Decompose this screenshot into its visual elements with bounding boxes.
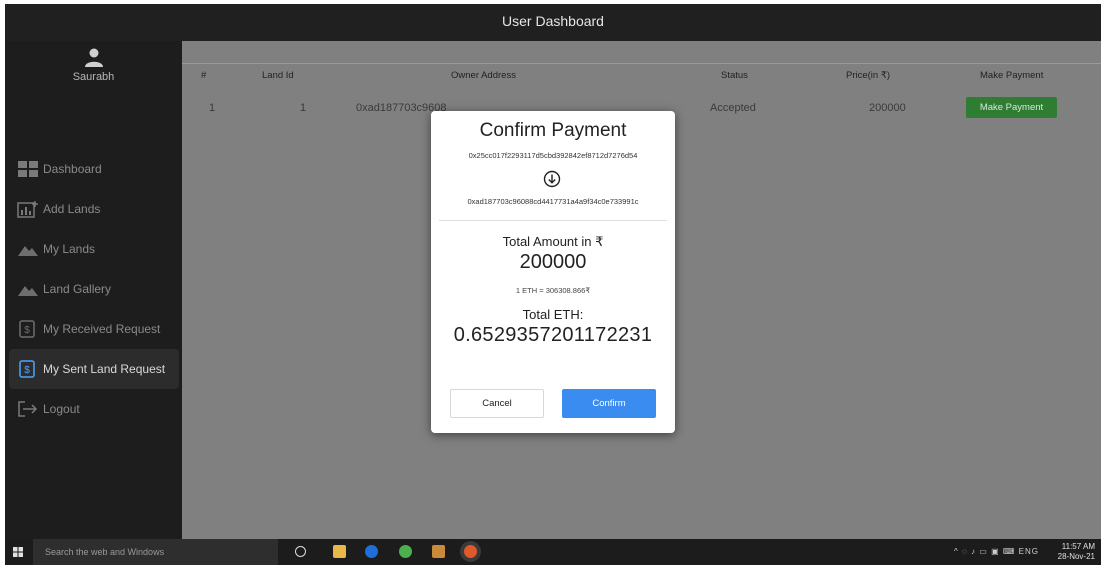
- eth-label: Total ETH:: [522, 307, 584, 322]
- sidebar-item-add-lands[interactable]: Add Lands: [5, 189, 182, 229]
- sidebar-item-land-gallery[interactable]: Land Gallery: [5, 269, 182, 309]
- clock-date: 28-Nov-21: [1057, 552, 1095, 561]
- language-indicator[interactable]: ENG: [1019, 547, 1039, 556]
- landscape-icon: [18, 286, 38, 296]
- confirm-payment-dialog: Confirm Payment 0x25cc017f2293117d5cbd39…: [431, 111, 675, 433]
- sidebar-item-dashboard[interactable]: Dashboard: [5, 149, 182, 189]
- keyboard-icon[interactable]: ⌨: [1003, 547, 1016, 556]
- cancel-button[interactable]: Cancel: [450, 389, 544, 418]
- make-payment-button[interactable]: Make Payment: [966, 97, 1057, 118]
- dialog-title: Confirm Payment: [479, 120, 627, 141]
- svg-text:$: $: [24, 365, 30, 376]
- file-explorer-icon[interactable]: [333, 545, 346, 558]
- user-name: Saurabh: [72, 71, 115, 83]
- col-header-status: Status: [721, 70, 748, 81]
- eth-value: 0.6529357201172231: [453, 324, 653, 346]
- cell-status: Accepted: [710, 102, 756, 114]
- sidebar-item-label: Land Gallery: [43, 282, 112, 296]
- from-address: 0x25cc017f2293117d5cbd392842ef8712d7276d…: [468, 151, 638, 160]
- person-icon: [84, 48, 103, 67]
- sidebar-item-logout[interactable]: Logout: [5, 389, 182, 429]
- amount-label: Total Amount in ₹: [502, 234, 604, 249]
- taskbar-search-box[interactable]: Search the web and Windows: [33, 539, 278, 565]
- col-header-owner-address: Owner Address: [451, 70, 516, 81]
- col-header-make-payment: Make Payment: [980, 70, 1044, 81]
- chrome-active-icon[interactable]: [464, 545, 477, 558]
- edge-browser-icon[interactable]: [365, 545, 378, 558]
- sidebar-item-label: Dashboard: [43, 162, 102, 176]
- sidebar-item-label: My Received Request: [43, 322, 161, 336]
- dollar-doc-icon: $: [19, 360, 35, 378]
- app-header: User Dashboard: [5, 4, 1101, 41]
- system-tray: ^ ◌ ♪ ▭ ▣ ⌨ ENG: [954, 539, 1039, 565]
- taskbar-clock[interactable]: 11:57 AM 28-Nov-21: [1045, 542, 1095, 562]
- sidebar-item-my-lands[interactable]: My Lands: [5, 229, 182, 269]
- col-header-land-id: Land Id: [262, 70, 294, 81]
- clock-time: 11:57 AM: [1061, 542, 1095, 551]
- dollar-doc-icon: $: [19, 320, 35, 338]
- page-title: User Dashboard: [502, 13, 604, 29]
- battery-icon[interactable]: ▭: [979, 547, 988, 556]
- sidebar-item-label: My Lands: [43, 242, 96, 256]
- user-profile: Saurabh: [5, 47, 182, 83]
- confirm-button[interactable]: Confirm: [562, 389, 656, 418]
- col-header-price: Price(in ₹): [846, 70, 891, 81]
- amount-value: 200000: [519, 251, 587, 273]
- sidebar-item-label: Logout: [43, 402, 80, 416]
- col-header-index: #: [201, 70, 207, 81]
- arrow-down-circle-icon: [543, 170, 561, 188]
- sidebar-item-label: My Sent Land Request: [43, 362, 166, 376]
- notification-icon[interactable]: ▣: [991, 547, 1000, 556]
- sidebar-item-label: Add Lands: [43, 202, 101, 216]
- sidebar-item-sent-request[interactable]: $ My Sent Land Request: [9, 349, 179, 389]
- dashboard-icon: [18, 161, 38, 177]
- svg-text:$: $: [24, 325, 30, 336]
- windows-taskbar: Search the web and Windows ^ ◌ ♪ ▭ ▣ ⌨ E…: [5, 539, 1101, 565]
- logout-icon: [18, 401, 38, 417]
- chevron-up-icon[interactable]: ^: [954, 547, 959, 556]
- cell-index: 1: [209, 102, 216, 114]
- to-address: 0xad187703c96088cd4417731a4a9f34c0e73399…: [467, 197, 639, 206]
- volume-icon[interactable]: ♪: [971, 547, 976, 556]
- cell-price: 200000: [869, 102, 906, 114]
- add-chart-icon: [17, 201, 38, 218]
- task-view-icon[interactable]: [295, 546, 306, 557]
- store-icon[interactable]: [432, 545, 445, 558]
- network-icon[interactable]: ◌: [962, 547, 968, 556]
- cell-land-id: 1: [300, 102, 307, 114]
- landscape-icon: [18, 246, 38, 256]
- exchange-rate: 1 ETH = 306308.866₹: [515, 286, 591, 295]
- windows-start-icon[interactable]: [13, 547, 23, 557]
- chrome-icon[interactable]: [399, 545, 412, 558]
- sidebar: Saurabh Dashboard Add Lands My Lands Lan…: [5, 41, 182, 539]
- table-top-divider: [182, 63, 1101, 64]
- sidebar-item-received-request[interactable]: $ My Received Request: [5, 309, 182, 349]
- dialog-divider: [439, 220, 667, 221]
- screen: User Dashboard Saurabh Dashboard Add Lan…: [0, 0, 1104, 569]
